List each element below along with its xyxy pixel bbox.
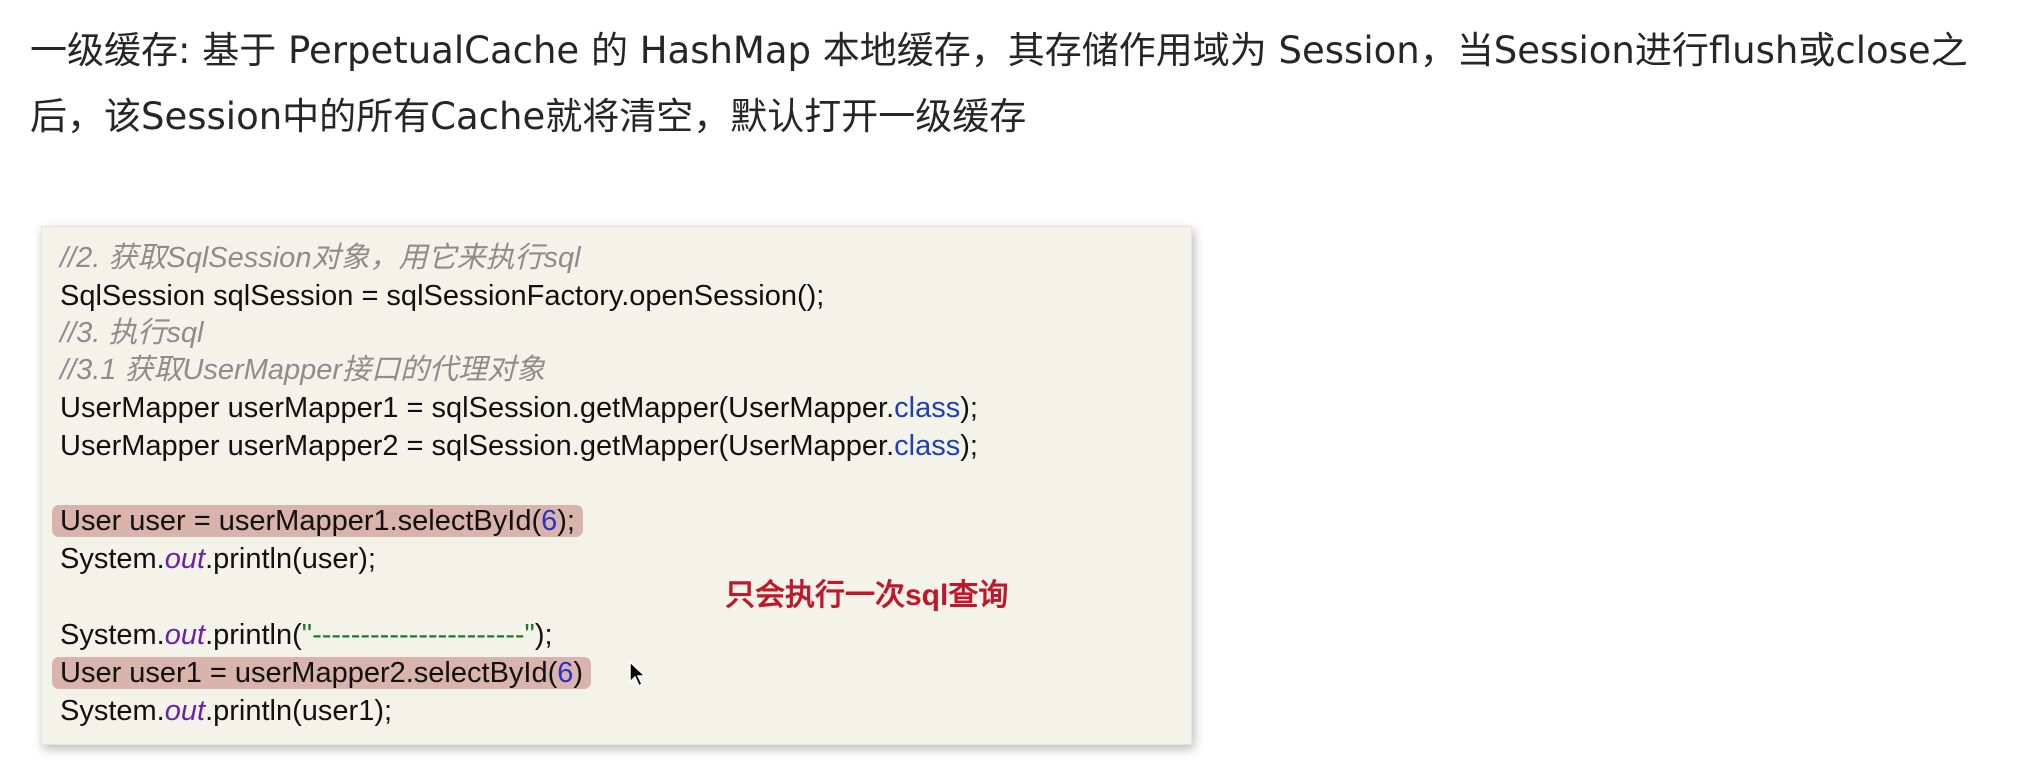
highlighted-call: User user = userMapper1.selectById(6); bbox=[52, 505, 583, 537]
code-line-print-user1: System.out.println(user1); bbox=[60, 692, 392, 730]
code-text: ) bbox=[573, 657, 584, 689]
code-line-print-user: System.out.println(user); bbox=[60, 540, 376, 578]
code-text: System. bbox=[60, 619, 165, 651]
code-field: out bbox=[164, 619, 206, 651]
single-query-note: 只会执行一次sql查询 bbox=[725, 579, 1009, 612]
code-text: User user = userMapper1.selectById( bbox=[60, 505, 542, 537]
code-text: ); bbox=[960, 392, 978, 424]
code-number: 6 bbox=[541, 505, 558, 537]
code-text: System. bbox=[60, 543, 165, 575]
code-number: 6 bbox=[557, 657, 574, 689]
highlighted-call: User user1 = userMapper2.selectById(6) bbox=[52, 657, 592, 689]
code-keyword: class bbox=[894, 430, 961, 462]
code-line-get-mapper-1: UserMapper userMapper1 = sqlSession.getM… bbox=[60, 389, 978, 427]
code-text: .println(user1); bbox=[205, 695, 393, 727]
code-text: ); bbox=[534, 619, 553, 651]
code-line-select-user1: User user1 = userMapper2.selectById(6) bbox=[52, 654, 592, 692]
code-comment-execute-sql: //3. 执行sql bbox=[60, 317, 204, 349]
code-string: "----------------------" bbox=[301, 619, 535, 651]
code-line-open-session: SqlSession sqlSession = sqlSessionFactor… bbox=[60, 280, 825, 312]
code-block: //2. 获取SqlSession对象，用它来执行sql SqlSession … bbox=[41, 226, 1192, 745]
code-text: .println(user); bbox=[205, 543, 376, 575]
code-comment-get-proxy: //3.1 获取UserMapper接口的代理对象 bbox=[60, 354, 546, 386]
code-line-get-mapper-2: UserMapper userMapper2 = sqlSession.getM… bbox=[60, 427, 978, 465]
code-field: out bbox=[164, 543, 206, 575]
code-text: User user1 = userMapper2.selectById( bbox=[60, 657, 558, 689]
code-text: .println( bbox=[205, 619, 302, 651]
code-text: UserMapper userMapper2 = sqlSession.getM… bbox=[60, 430, 895, 462]
code-line-select-user: User user = userMapper1.selectById(6); bbox=[52, 502, 583, 540]
mouse-cursor-icon bbox=[629, 660, 647, 688]
code-comment-get-session: //2. 获取SqlSession对象，用它来执行sql bbox=[60, 242, 581, 274]
code-field: out bbox=[164, 695, 206, 727]
code-text: ); bbox=[557, 505, 575, 537]
code-text: UserMapper userMapper1 = sqlSession.getM… bbox=[60, 392, 895, 424]
code-line-print-separator: System.out.println("--------------------… bbox=[60, 616, 553, 654]
intro-text: 一级缓存: 基于 PerpetualCache 的 HashMap 本地缓存，其… bbox=[30, 29, 1968, 138]
code-text: System. bbox=[60, 695, 165, 727]
code-text: ); bbox=[960, 430, 978, 462]
code-keyword: class bbox=[894, 392, 961, 424]
